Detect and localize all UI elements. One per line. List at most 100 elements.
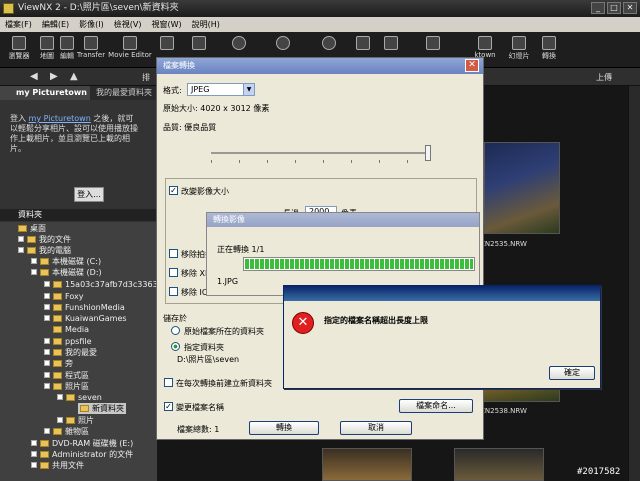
error-icon: ✕	[292, 312, 314, 334]
save-to-label: 儲存於	[163, 314, 187, 323]
picturetown-info: 登入 my Picturetown 之後，就可以輕鬆分享相片、設可以使用播放操作…	[10, 114, 138, 153]
progress-bar	[243, 257, 475, 271]
create-subfolder-label: 在每次轉換前建立新資料夾	[176, 379, 272, 388]
tree-item-shared-docs[interactable]: 共用文件	[31, 460, 84, 471]
print-icon	[356, 36, 370, 50]
tree-item-programs[interactable]: 程式區	[44, 370, 89, 381]
cancel-button[interactable]: 取消	[340, 421, 412, 435]
video-icon	[192, 36, 206, 50]
back-icon[interactable]: ◀	[30, 71, 38, 82]
ok-button[interactable]: 確定	[549, 366, 595, 380]
vertical-scrollbar[interactable]	[628, 86, 640, 481]
tree-item-sundries[interactable]: 雜物區	[44, 426, 89, 437]
remove-icc-checkbox[interactable]	[169, 287, 178, 296]
progress-title: 轉換影像	[207, 213, 479, 227]
resize-label: 改變影像大小	[181, 187, 229, 196]
remove-shooting-info-checkbox[interactable]	[169, 249, 178, 258]
crop-icon	[160, 36, 174, 50]
thumbnail-label-2: CN2538.NRW	[480, 407, 527, 415]
left-pane: my Picturetown 我的最愛 資料夾 登入 my Picturetown…	[0, 86, 157, 481]
upload-label[interactable]: 上傳	[596, 72, 612, 83]
forward-icon[interactable]: ▶	[50, 71, 58, 82]
tree-item-my-documents[interactable]: 我的文件	[18, 234, 71, 245]
resize-checkbox[interactable]: ✓	[169, 186, 178, 195]
title-bar: ViewNX 2 - D:\照片區\seven\新資料夾	[0, 0, 640, 17]
dialog-close-button[interactable]: ✕	[465, 59, 479, 72]
tree-item-drive-d[interactable]: 本機磁碟 (D:)	[31, 267, 102, 278]
tree-item-ppsfile[interactable]: ppsfile	[44, 336, 92, 347]
picturetown-link[interactable]: my Picturetown	[29, 114, 91, 123]
tree-item-photo-sub[interactable]: 照片	[57, 415, 94, 426]
error-dialog: ✕ 指定的檔案名稱超出長度上限 確定	[283, 285, 601, 389]
progress-status: 正在轉換 1/1	[217, 245, 265, 254]
convert-icon	[542, 36, 556, 50]
create-subfolder-checkbox[interactable]	[164, 378, 173, 387]
edit-icon	[60, 36, 74, 50]
menu-edit[interactable]: 編輯(E)	[37, 20, 74, 29]
menu-file[interactable]: 檔案(F)	[0, 20, 37, 29]
thumbnail-image-4[interactable]	[454, 448, 544, 481]
menu-view[interactable]: 檢視(V)	[109, 20, 147, 29]
tree-item-desktop[interactable]: 桌面	[18, 223, 46, 234]
remove-xmp-checkbox[interactable]	[169, 268, 178, 277]
menu-window[interactable]: 視窗(W)	[146, 20, 186, 29]
menu-help[interactable]: 說明(H)	[187, 20, 225, 29]
menu-bar: 檔案(F) 編輯(E) 影像(I) 檢視(V) 視窗(W) 說明(H)	[0, 17, 640, 32]
network-icon	[478, 36, 492, 50]
slideshow-button[interactable]: 幻燈片	[502, 34, 536, 66]
file-naming-button[interactable]: 檔案命名...	[399, 399, 473, 413]
folder-tree: 桌面 我的文件 我的電腦 本機磁碟 (C:) 本機磁碟 (D:) 15a03c3…	[0, 222, 157, 481]
transfer-button[interactable]: Transfer	[74, 34, 108, 66]
thumbnail-image-3[interactable]	[322, 448, 412, 481]
tree-item-funshionmedia[interactable]: FunshionMedia	[44, 302, 125, 313]
tree-item-media[interactable]: Media	[53, 324, 89, 335]
tree-item-admin-docs[interactable]: Administrator 的文件	[31, 449, 133, 460]
tree-item-dvd-drive[interactable]: DVD-RAM 磁碟機 (E:)	[31, 438, 133, 449]
tree-item-favorites[interactable]: 我的最愛	[44, 347, 97, 358]
tree-item-my-computer[interactable]: 我的電腦	[18, 245, 71, 256]
thumbnail-image-1[interactable]	[484, 142, 560, 234]
progress-file: 1.JPG	[217, 277, 239, 286]
specified-folder-label: 指定資料夾	[184, 343, 224, 352]
tab-my-picturetown[interactable]: my Picturetown	[0, 86, 90, 100]
minimize-button[interactable]: _	[591, 2, 605, 14]
total-files-label: 檔案總數: 1	[177, 425, 220, 434]
tree-item-seven[interactable]: seven	[57, 392, 102, 403]
close-window-button[interactable]: ✕	[623, 2, 637, 14]
watermark: #2017582	[577, 467, 621, 477]
convert-button[interactable]: 轉換	[532, 34, 566, 66]
specified-path: D:\照片區\seven	[177, 355, 240, 364]
format-select[interactable]: JPEG ▼	[187, 83, 255, 96]
rename-checkbox[interactable]: ✓	[164, 402, 173, 411]
up-folder-icon[interactable]: ▲	[70, 71, 78, 82]
maximize-button[interactable]: □	[607, 2, 621, 14]
thumbnail-label-1: CN2535.NRW	[480, 240, 527, 248]
camera-icon	[84, 36, 98, 50]
error-title-bar	[284, 286, 600, 301]
tree-item-new-folder[interactable]: 新資料夾	[78, 403, 126, 414]
film-icon	[123, 36, 137, 50]
globe-icon	[322, 36, 336, 50]
quality-slider-handle[interactable]	[425, 145, 431, 161]
tree-item-foxy[interactable]: Foxy	[44, 291, 83, 302]
tree-item-drive-c[interactable]: 本機磁碟 (C:)	[31, 256, 101, 267]
specified-folder-radio[interactable]	[171, 342, 180, 351]
tree-item-misc[interactable]: 旁	[44, 358, 73, 369]
error-message: 指定的檔案名稱超出長度上限	[324, 316, 428, 325]
original-folder-label: 原始檔案所在的資料夾	[184, 327, 264, 336]
tree-item-kuaiwangames[interactable]: KuaiwanGames	[44, 313, 127, 324]
window-title: ViewNX 2 - D:\照片區\seven\新資料夾	[18, 3, 179, 13]
format-label: 格式:	[163, 86, 182, 95]
sort-label[interactable]: 排	[142, 72, 150, 83]
convert-button[interactable]: 轉換	[249, 421, 319, 435]
menu-image[interactable]: 影像(I)	[74, 20, 109, 29]
movie-editor-button[interactable]: Movie Editor	[108, 34, 152, 66]
upload-icon	[426, 36, 440, 50]
converting-progress-dialog: 轉換影像 正在轉換 1/1 1.JPG	[206, 212, 480, 296]
login-button[interactable]: 登入...	[74, 187, 104, 202]
original-folder-radio[interactable]	[171, 326, 180, 335]
quality-slider-track[interactable]	[211, 152, 431, 154]
folders-header: 資料夾	[0, 209, 157, 221]
tree-item-folder[interactable]: 15a03c37afb7d3c33633376	[44, 279, 157, 290]
tree-item-photos[interactable]: 照片區	[44, 381, 89, 392]
